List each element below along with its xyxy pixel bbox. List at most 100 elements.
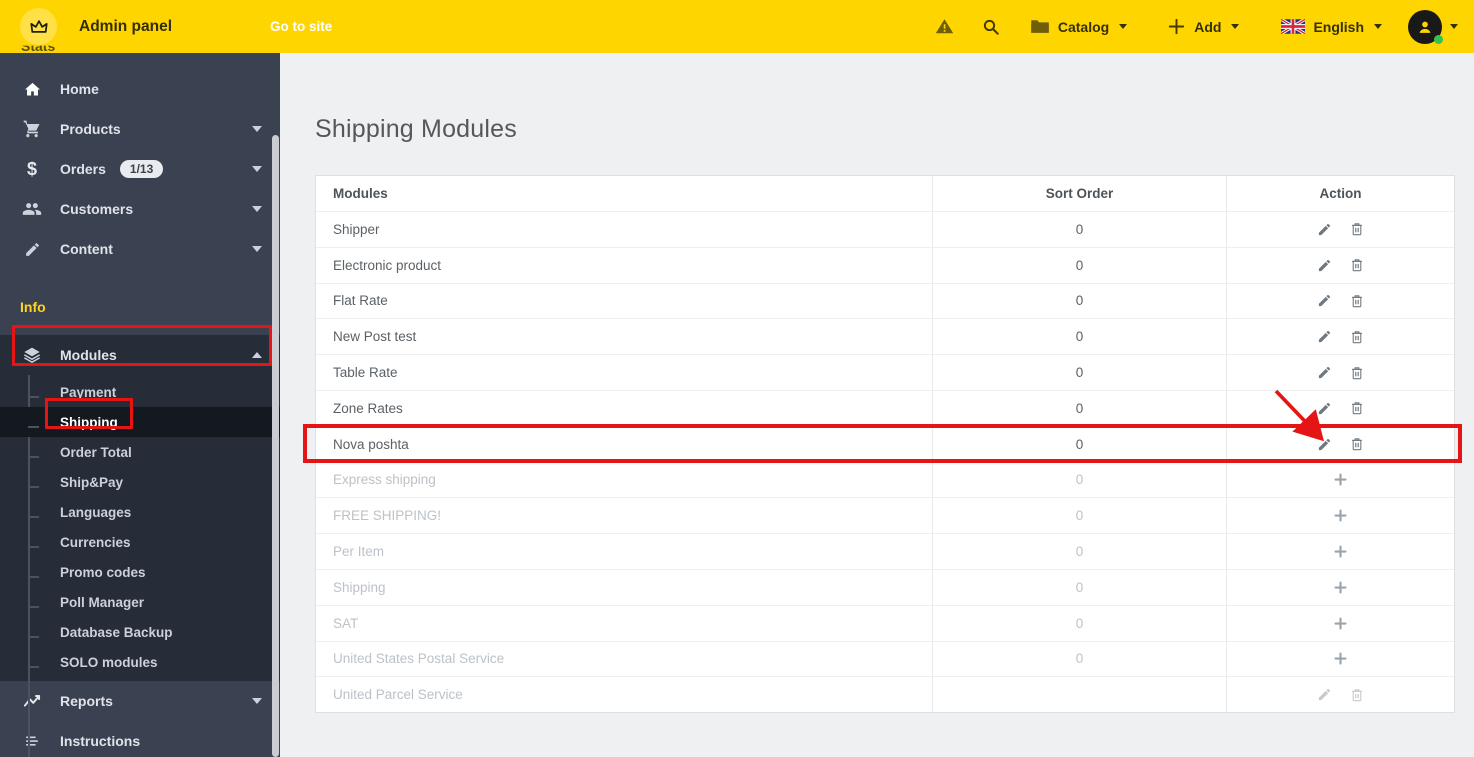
- layers-icon: [20, 345, 44, 365]
- action-cell: [1226, 247, 1454, 283]
- sort-order-cell: 0: [932, 212, 1226, 247]
- sort-order-cell: 0: [932, 247, 1226, 283]
- tree-tick: [28, 606, 39, 608]
- admin-panel-page: Stats Admin panel Go to site Catalog Add…: [0, 0, 1474, 757]
- delete-icon[interactable]: [1349, 365, 1365, 381]
- sidebar-item-database-backup[interactable]: Database Backup: [0, 617, 280, 647]
- sidebar-item-home[interactable]: Home: [0, 69, 280, 109]
- tree-tick: [28, 576, 39, 578]
- sort-order-cell: 0: [932, 498, 1226, 534]
- edit-icon[interactable]: [1317, 365, 1332, 380]
- tree-tick: [28, 396, 39, 398]
- delete-icon[interactable]: [1349, 329, 1365, 345]
- chevron-up-icon: [252, 352, 262, 358]
- edit-icon[interactable]: [1317, 329, 1332, 344]
- plus-icon: [1167, 17, 1186, 36]
- edit-icon[interactable]: [1317, 258, 1332, 273]
- chevron-down-icon[interactable]: [1450, 24, 1458, 29]
- sidebar-item-order-total[interactable]: Order Total: [0, 437, 280, 467]
- sort-order-cell: [932, 677, 1226, 713]
- header-sort-order: Sort Order: [932, 176, 1226, 211]
- install-icon[interactable]: [1333, 616, 1348, 631]
- topbar: Admin panel Go to site Catalog Add Engli…: [0, 0, 1474, 53]
- action-cell: [1226, 355, 1454, 390]
- tree-tick: [28, 426, 39, 428]
- search-icon[interactable]: [982, 18, 1000, 36]
- table-header: Modules Sort Order Action: [316, 176, 1454, 211]
- sidebar-item-currencies[interactable]: Currencies: [0, 527, 280, 557]
- sidebar-item-solo-modules[interactable]: SOLO modules: [0, 647, 280, 677]
- delete-icon[interactable]: [1349, 293, 1365, 309]
- uk-flag-icon: [1281, 19, 1306, 34]
- catalog-menu[interactable]: Catalog: [1030, 18, 1128, 35]
- sort-order-cell: 0: [932, 605, 1226, 641]
- delete-icon[interactable]: [1349, 400, 1365, 416]
- delete-icon[interactable]: [1349, 687, 1365, 703]
- cart-icon: [20, 119, 44, 139]
- sort-order-cell: 0: [932, 319, 1226, 355]
- sidebar-item-poll-manager[interactable]: Poll Manager: [0, 587, 280, 617]
- table-body: Shipper 0 Electronic product 0 Flat Rate…: [316, 211, 1454, 713]
- install-icon[interactable]: [1333, 651, 1348, 666]
- delete-icon[interactable]: [1349, 436, 1365, 452]
- topbar-actions: Catalog Add English: [935, 9, 1458, 44]
- module-name-cell: United States Postal Service: [333, 651, 505, 667]
- sidebar-item-orders[interactable]: $ Orders 1/13: [0, 149, 280, 189]
- warning-icon[interactable]: [935, 17, 954, 36]
- chevron-down-icon: [252, 698, 262, 704]
- sidebar-item-customers[interactable]: Customers: [0, 189, 280, 229]
- action-cell: [1226, 319, 1454, 355]
- sidebar-item-instructions[interactable]: Instructions: [0, 721, 280, 757]
- sidebar-item-promo-codes[interactable]: Promo codes: [0, 557, 280, 587]
- header-action: Action: [1226, 176, 1454, 211]
- action-cell: [1226, 534, 1454, 569]
- user-avatar[interactable]: [1408, 9, 1443, 44]
- edit-icon[interactable]: [1317, 687, 1332, 702]
- tree-tick: [28, 486, 39, 488]
- sidebar-item-modules[interactable]: Modules: [0, 335, 280, 375]
- chevron-down-icon: [1374, 24, 1382, 29]
- table-row: United States Postal Service 0: [316, 640, 1454, 677]
- edit-icon[interactable]: [1317, 293, 1332, 308]
- sidebar-item-payment[interactable]: Payment: [0, 377, 280, 407]
- add-menu[interactable]: Add: [1167, 17, 1240, 36]
- sidebar-item-reports[interactable]: Reports: [0, 681, 280, 721]
- delete-icon[interactable]: [1349, 257, 1365, 273]
- install-icon[interactable]: [1333, 508, 1348, 523]
- brand-logo[interactable]: [20, 8, 57, 45]
- action-cell: [1226, 212, 1454, 247]
- table-row: Shipping 0: [316, 568, 1454, 605]
- tree-tick: [28, 546, 39, 548]
- home-icon: [20, 80, 44, 99]
- chevron-down-icon: [1119, 24, 1128, 29]
- language-menu[interactable]: English: [1281, 19, 1382, 35]
- module-name-cell: Per Item: [333, 544, 385, 560]
- install-icon[interactable]: [1333, 544, 1348, 559]
- sort-order-cell: 0: [932, 426, 1226, 462]
- sidebar-item-ship-pay[interactable]: Ship&Pay: [0, 467, 280, 497]
- edit-icon[interactable]: [1317, 222, 1332, 237]
- install-icon[interactable]: [1333, 580, 1348, 595]
- go-to-site-link[interactable]: Go to site: [270, 19, 332, 34]
- install-icon[interactable]: [1333, 472, 1348, 487]
- delete-icon[interactable]: [1349, 221, 1365, 237]
- sidebar-item-products[interactable]: Products: [0, 109, 280, 149]
- chevron-down-icon: [252, 166, 262, 172]
- sidebar-scrollbar[interactable]: [272, 135, 279, 757]
- person-icon: [1415, 17, 1435, 37]
- edit-icon[interactable]: [1317, 437, 1332, 452]
- sidebar-item-shipping[interactable]: Shipping: [0, 407, 280, 437]
- action-cell: [1226, 605, 1454, 641]
- table-row: Zone Rates 0: [316, 389, 1454, 426]
- sidebar-item-content[interactable]: Content: [0, 229, 280, 269]
- edit-icon[interactable]: [1317, 401, 1332, 416]
- module-name-cell: New Post test: [333, 329, 417, 345]
- action-cell: [1226, 641, 1454, 677]
- sidebar-item-languages[interactable]: Languages: [0, 497, 280, 527]
- table-row: United Parcel Service: [316, 676, 1454, 713]
- module-name-cell: United Parcel Service: [333, 687, 463, 703]
- crown-icon: [28, 16, 50, 38]
- pencil-icon: [20, 241, 44, 258]
- brand-title: Admin panel: [79, 17, 173, 35]
- module-name-cell: Shipper: [333, 221, 380, 237]
